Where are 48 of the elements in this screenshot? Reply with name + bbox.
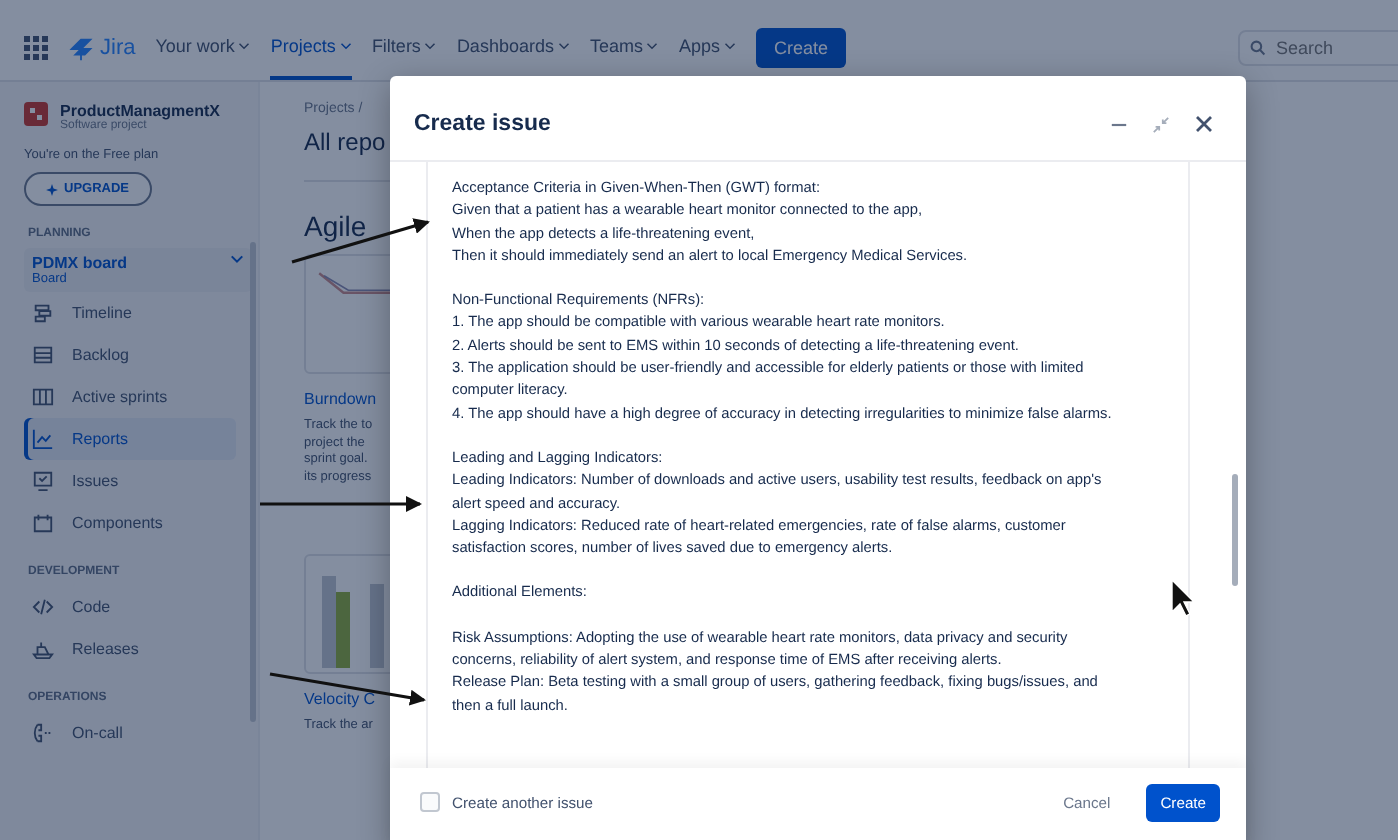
app-grid-icon[interactable] (24, 36, 48, 60)
chevron-down-icon (238, 42, 251, 50)
chevron-down-icon (424, 42, 437, 50)
annotation-arrow (291, 218, 430, 264)
nav-menu[interactable]: Apps (678, 16, 736, 80)
sidebar-item[interactable]: Issues (24, 460, 236, 502)
sidebar-item[interactable]: Components (24, 502, 236, 544)
nav-menu[interactable]: Projects (270, 16, 352, 80)
sidebar-item[interactable]: Active sprints (24, 376, 236, 418)
section-title: Agile (304, 210, 367, 242)
chevron-down-icon (646, 42, 659, 50)
chevron-down-icon (724, 42, 736, 50)
issues-icon (32, 470, 54, 492)
sidebar-item[interactable]: Timeline (24, 292, 236, 334)
nav-menu[interactable]: Filters (371, 16, 437, 80)
phone-icon (32, 722, 54, 744)
checkbox[interactable] (420, 792, 440, 812)
scrollbar-thumb[interactable] (1232, 474, 1238, 586)
chevron-down-icon (230, 254, 244, 264)
chevron-down-icon (557, 42, 570, 50)
report-link[interactable]: Burndown (304, 390, 377, 408)
sidebar-item[interactable]: Backlog (24, 334, 236, 376)
report-link[interactable]: Velocity C (304, 690, 376, 708)
backlog-icon (32, 344, 54, 366)
create-button[interactable]: Create (756, 28, 847, 68)
sidebar-item[interactable]: Code (24, 586, 236, 628)
project-name: ProductManagmentX (60, 102, 221, 120)
chevron-down-icon (339, 42, 352, 50)
timeline-icon (32, 302, 54, 324)
project-avatar-icon (24, 102, 48, 126)
sparkle-icon (46, 183, 58, 195)
nav-menu[interactable]: Dashboards (456, 16, 570, 80)
logo-icon (68, 35, 94, 61)
ship-icon (32, 638, 54, 660)
chart-icon (32, 428, 54, 450)
product-name[interactable]: Jira (100, 36, 136, 60)
sidebar-item[interactable]: Reports (24, 418, 236, 460)
components-icon (32, 512, 54, 534)
code-icon (32, 596, 54, 618)
mouse-cursor-icon (1171, 578, 1196, 617)
sidebar-item[interactable]: On-call (24, 712, 236, 754)
nav-menu[interactable]: Teams (589, 16, 659, 80)
columns-icon (32, 386, 54, 408)
sidebar-item[interactable]: Releases (24, 628, 236, 670)
close-icon[interactable] (1194, 114, 1214, 134)
nav-menu[interactable]: Your work (155, 16, 251, 80)
search-field[interactable]: Search (1238, 30, 1398, 66)
search-icon (1250, 40, 1266, 56)
